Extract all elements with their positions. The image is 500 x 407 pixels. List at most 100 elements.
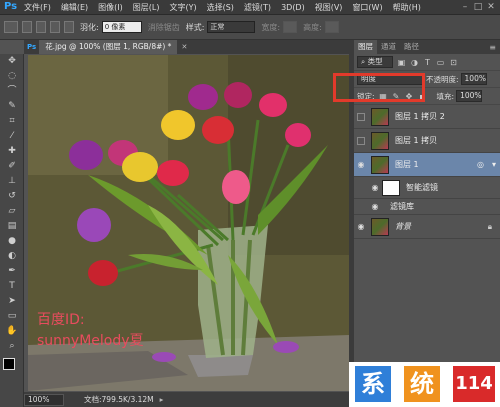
zoom-icon[interactable]: ⌕ — [0, 339, 24, 354]
type-tool-icon[interactable]: T — [0, 279, 24, 294]
history-brush-icon[interactable]: ↺ — [0, 189, 24, 204]
layer-copy-2[interactable]: 图层 1 拷贝 2 — [354, 105, 500, 129]
smart-filter-icon[interactable]: ⊡ — [449, 58, 458, 67]
logo-char-1: 系 — [355, 366, 391, 402]
layer-filter-label: 类型 — [367, 57, 383, 66]
antialias-checkbox[interactable]: 消除锯齿 — [148, 22, 180, 33]
document-tab[interactable]: 花.jpg @ 100% (图层 1, RGB/8#) * — [39, 40, 178, 54]
subtract-selection-icon[interactable] — [50, 21, 60, 33]
menu-edit[interactable]: 编辑(E) — [56, 2, 93, 13]
menu-window[interactable]: 窗口(W) — [347, 2, 387, 13]
marquee-tool-icon[interactable] — [4, 21, 18, 33]
visibility-toggle[interactable] — [357, 112, 365, 121]
adjustment-filter-icon[interactable]: ◑ — [410, 58, 419, 67]
smart-filters-row[interactable]: ◉ 智能滤镜 — [354, 177, 500, 199]
layer-thumbnail — [371, 217, 389, 236]
close-icon[interactable]: ✕ — [486, 2, 496, 12]
document-size: 文档:799.5K/3.12M — [84, 395, 154, 404]
eye-icon[interactable]: ◉ — [354, 222, 368, 231]
menu-help[interactable]: 帮助(H) — [388, 2, 426, 13]
opacity-input[interactable]: 100% — [460, 73, 487, 85]
document-tab-bar: Ps 花.jpg @ 100% (图层 1, RGB/8#) * ✕ — [24, 40, 349, 54]
logo-char-2: 统 — [404, 366, 440, 402]
shape-icon[interactable]: ▭ — [0, 309, 24, 324]
new-selection-icon[interactable] — [22, 21, 32, 33]
eye-icon[interactable]: ◉ — [368, 183, 382, 192]
hand-icon[interactable]: ✋ — [0, 324, 24, 339]
pen-icon[interactable]: ✒ — [0, 264, 24, 279]
photoshop-logo: Ps — [3, 1, 18, 12]
status-arrow-icon[interactable]: ▸ — [160, 395, 164, 404]
menu-file[interactable]: 文件(F) — [19, 2, 56, 13]
filter-gallery-row[interactable]: ◉ 滤镜库 — [354, 199, 500, 215]
status-bar: 100% 文档:799.5K/3.12M ▸ — [24, 392, 349, 407]
layer-thumbnail — [371, 131, 389, 150]
fill-input[interactable]: 100% — [456, 90, 483, 102]
color-swatches[interactable] — [0, 354, 23, 384]
expand-chevron-icon[interactable]: ▾ — [492, 160, 496, 169]
path-select-icon[interactable]: ➤ — [0, 294, 24, 309]
visibility-toggle[interactable] — [357, 136, 365, 145]
shape-filter-icon[interactable]: ▭ — [436, 58, 445, 67]
width-input[interactable] — [283, 21, 298, 33]
panel-menu-icon[interactable]: ≡ — [489, 43, 496, 52]
toolbox: ✥ ◌ ⌒ ✎ ⌗ ⁄ ✚ ✐ ⊥ ↺ ▱ ▤ ● ◐ ✒ T ➤ ▭ ✋ ⌕ — [0, 54, 24, 407]
quick-select-icon[interactable]: ✎ — [0, 99, 24, 114]
add-selection-icon[interactable] — [36, 21, 46, 33]
layer-name: 图层 1 拷贝 2 — [395, 112, 445, 121]
move-tool-icon[interactable]: ✥ — [0, 54, 24, 69]
layer-copy[interactable]: 图层 1 拷贝 — [354, 129, 500, 153]
type-filter-icon[interactable]: T — [423, 58, 432, 67]
smart-filters-label: 智能滤镜 — [406, 183, 438, 192]
ps-file-icon: Ps — [27, 43, 37, 51]
layer-filter-row: ⌕ 类型 ▣ ◑ T ▭ ⊡ — [354, 54, 500, 71]
eyedropper-icon[interactable]: ⁄ — [0, 129, 24, 144]
layer-thumbnail — [371, 107, 389, 126]
document-canvas[interactable]: 百度ID: sunnyMelody夏 — [28, 55, 349, 391]
menu-image[interactable]: 图像(I) — [93, 2, 128, 13]
width-label: 宽度: — [261, 22, 281, 32]
tab-paths[interactable]: 路径 — [400, 40, 423, 54]
layer-background[interactable]: ◉ 背景 🔒︎ — [354, 215, 500, 239]
crop-icon[interactable]: ⌗ — [0, 114, 24, 129]
eraser-icon[interactable]: ▱ — [0, 204, 24, 219]
minimize-icon[interactable]: – — [460, 2, 470, 12]
menu-filter[interactable]: 滤镜(T) — [239, 2, 276, 13]
blend-mode-highlight — [333, 73, 425, 102]
menu-3d[interactable]: 3D(D) — [276, 3, 310, 12]
foreground-color[interactable] — [3, 358, 15, 370]
zoom-level[interactable]: 100% — [24, 393, 64, 406]
opacity-label: 不透明度: — [426, 74, 459, 84]
pixel-filter-icon[interactable]: ▣ — [397, 58, 406, 67]
menu-view[interactable]: 视图(V) — [310, 2, 348, 13]
eye-icon[interactable]: ◉ — [368, 202, 382, 211]
clone-stamp-icon[interactable]: ⊥ — [0, 174, 24, 189]
layer-filter-select[interactable]: ⌕ 类型 — [357, 56, 393, 68]
logo-char-3: 114 — [453, 366, 495, 402]
eye-icon[interactable]: ◉ — [354, 160, 368, 169]
intersect-selection-icon[interactable] — [64, 21, 74, 33]
feather-input[interactable]: 0 像素 — [101, 21, 142, 33]
watermark-line-1: 百度ID: — [37, 312, 85, 328]
style-select[interactable]: 正常 — [207, 21, 256, 33]
style-label: 样式: — [185, 22, 205, 32]
menu-layer[interactable]: 图层(L) — [128, 2, 165, 13]
layer-1[interactable]: ◉ 图层 1 ◎ ▾ — [354, 153, 500, 177]
tab-close-icon[interactable]: ✕ — [181, 43, 187, 51]
blur-icon[interactable]: ● — [0, 234, 24, 249]
tab-channels[interactable]: 通道 — [377, 40, 400, 54]
lasso-icon[interactable]: ⌒ — [0, 84, 24, 99]
fill-label: 填充: — [436, 91, 455, 101]
menu-select[interactable]: 选择(S) — [202, 2, 239, 13]
height-input[interactable] — [324, 21, 339, 33]
layer-name: 图层 1 拷贝 — [395, 136, 438, 145]
menu-type[interactable]: 文字(Y) — [164, 2, 201, 13]
dodge-icon[interactable]: ◐ — [0, 249, 24, 264]
tab-layers[interactable]: 图层 — [354, 40, 377, 54]
gradient-icon[interactable]: ▤ — [0, 219, 24, 234]
maximize-icon[interactable]: □ — [473, 2, 483, 12]
healing-brush-icon[interactable]: ✚ — [0, 144, 24, 159]
lock-icon: 🔒︎ — [487, 221, 492, 231]
brush-icon[interactable]: ✐ — [0, 159, 24, 174]
marquee-icon[interactable]: ◌ — [0, 69, 24, 84]
